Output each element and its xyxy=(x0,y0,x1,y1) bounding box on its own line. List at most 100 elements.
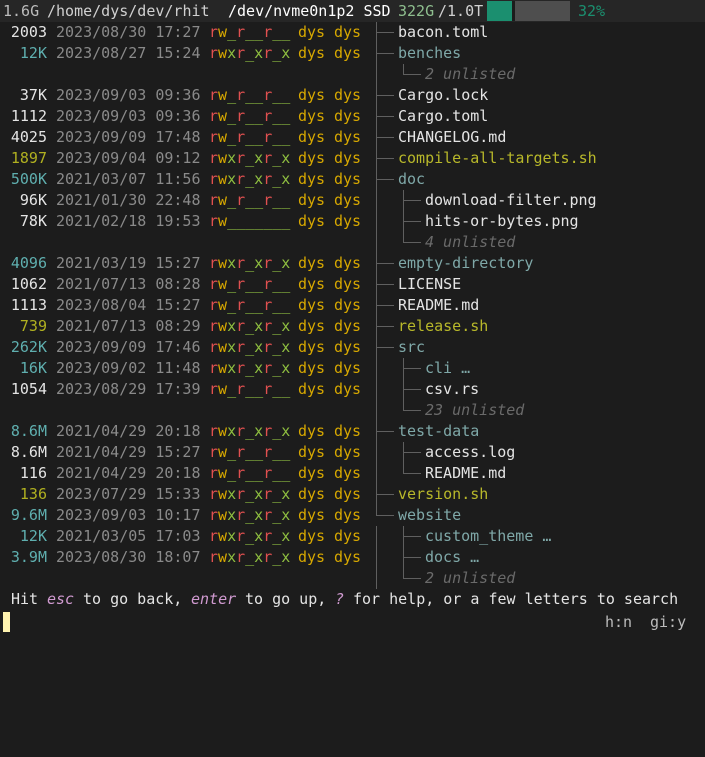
perm-char: _ xyxy=(272,128,282,146)
command-input[interactable]: h:n gi:y xyxy=(0,610,705,634)
tree-row[interactable]: 12K 2023/08/27 15:24 rwxr_xr_x dys dys benche… xyxy=(0,43,705,64)
tree-row[interactable]: 136 2023/07/29 15:33 rwxr_xr_x dys dys versio… xyxy=(0,484,705,505)
perm-char: r xyxy=(263,44,273,62)
file-group: dys xyxy=(334,296,362,314)
file-name[interactable]: README.md xyxy=(398,295,479,316)
perm-char: r xyxy=(209,443,219,461)
file-size: 16K xyxy=(19,359,47,377)
perm-char: _ xyxy=(245,548,255,566)
folder-name[interactable]: src xyxy=(398,337,425,358)
file-name[interactable]: CHANGELOG.md xyxy=(398,127,506,148)
folder-name[interactable]: cli … xyxy=(425,358,470,379)
file-name[interactable]: compile-all-targets.sh xyxy=(398,148,597,169)
file-size: 500K xyxy=(10,170,47,188)
perm-char: r xyxy=(263,86,273,104)
file-group: dys xyxy=(334,44,362,62)
file-group: dys xyxy=(334,191,362,209)
perm-char: _ xyxy=(281,212,291,230)
file-name[interactable]: LICENSE xyxy=(398,274,461,295)
header-bar: 1.6G /home/dys/dev/rhit /dev/nvme0n1p2 S… xyxy=(0,0,705,22)
folder-name[interactable]: docs … xyxy=(425,547,479,568)
tree-connector xyxy=(376,284,394,285)
perm-char: w xyxy=(218,212,228,230)
file-date: 2021/04/29 20:18 xyxy=(56,464,201,482)
tree-row[interactable]: 96K 2021/01/30 22:48 rw_r__r__ dys dys downlo… xyxy=(0,190,705,211)
tree-connector xyxy=(376,232,377,253)
file-name[interactable]: download-filter.png xyxy=(425,190,597,211)
perm-char: r xyxy=(263,422,273,440)
file-name[interactable]: csv.rs xyxy=(425,379,479,400)
file-date: 2023/09/09 17:46 xyxy=(56,338,201,356)
perm-char: r xyxy=(209,254,219,272)
folder-name[interactable]: test-data xyxy=(398,421,479,442)
perm-char: r xyxy=(209,170,219,188)
tree-row[interactable]: 2003 2023/08/30 17:27 rw_r__r__ dys dys bacon… xyxy=(0,22,705,43)
folder-name[interactable]: doc xyxy=(398,169,425,190)
tree-row[interactable]: 1112 2023/09/03 09:36 rw_r__r__ dys dys Cargo… xyxy=(0,106,705,127)
tree-row[interactable]: 1113 2023/08/04 15:27 rw_r__r__ dys dys READM… xyxy=(0,295,705,316)
tree-row[interactable]: 500K 2021/03/07 11:56 rwxr_xr_x dys dys doc xyxy=(0,169,705,190)
perm-char: _ xyxy=(272,338,282,356)
perm-char: x xyxy=(281,338,291,356)
tree-row[interactable]: 116 2021/04/29 20:18 rw_r__r__ dys dys README… xyxy=(0,463,705,484)
tree-connector xyxy=(376,158,394,159)
perm-char: w xyxy=(218,506,228,524)
tree-row[interactable]: 1054 2023/08/29 17:39 rw_r__r__ dys dys csv.r… xyxy=(0,379,705,400)
perm-char: r xyxy=(263,548,273,566)
tree-row[interactable]: 4025 2023/09/09 17:48 rw_r__r__ dys dys CHANG… xyxy=(0,127,705,148)
perm-char: _ xyxy=(272,254,282,272)
perm-char: r xyxy=(263,464,273,482)
file-name[interactable]: Cargo.lock xyxy=(398,85,488,106)
perm-char: _ xyxy=(272,23,282,41)
file-name[interactable]: release.sh xyxy=(398,316,488,337)
file-permissions: rw_r__r__ xyxy=(209,106,290,127)
tree-row[interactable]: 1062 2021/07/13 08:28 rw_r__r__ dys dys LICEN… xyxy=(0,274,705,295)
file-size: 12K xyxy=(19,527,47,545)
tree-row[interactable]: 37K 2023/09/03 09:36 rw_r__r__ dys dys Cargo.… xyxy=(0,85,705,106)
file-date: 2023/08/29 17:39 xyxy=(56,380,201,398)
tree-row[interactable]: 9.6M 2023/09/03 10:17 rwxr_xr_x dys dys websi… xyxy=(0,505,705,526)
file-name[interactable]: README.md xyxy=(425,463,506,484)
tree-row[interactable]: 78K 2021/02/18 19:53 rw_______ dys dys hits-o… xyxy=(0,211,705,232)
tree-row[interactable]: 12K 2021/03/05 17:03 rwxr_xr_x dys dys custom… xyxy=(0,526,705,547)
tree-connector xyxy=(376,526,377,547)
perm-char: _ xyxy=(245,86,255,104)
tree-row[interactable]: 1897 2023/09/04 09:12 rwxr_xr_x dys dys compi… xyxy=(0,148,705,169)
perm-char: r xyxy=(209,44,219,62)
folder-name[interactable]: custom_theme … xyxy=(425,526,551,547)
file-date: 2021/03/19 15:27 xyxy=(56,254,201,272)
disk-used: 322G xyxy=(398,2,435,20)
perm-char: r xyxy=(263,275,273,293)
input-cursor xyxy=(3,612,10,632)
file-name[interactable]: access.log xyxy=(425,442,515,463)
tree-row[interactable]: 16K 2023/09/02 11:48 rwxr_xr_x dys dys cli … xyxy=(0,358,705,379)
tree-connector xyxy=(376,53,394,54)
tree-row[interactable]: 4096 2021/03/19 15:27 rwxr_xr_x dys dys empty… xyxy=(0,253,705,274)
perm-char: x xyxy=(227,317,237,335)
file-name[interactable]: hits-or-bytes.png xyxy=(425,211,579,232)
disk-usage-bar xyxy=(487,1,570,21)
perm-char: _ xyxy=(245,107,255,125)
file-name[interactable]: bacon.toml xyxy=(398,22,488,43)
perm-char: _ xyxy=(254,443,264,461)
file-permissions: rwxr_xr_x xyxy=(209,169,290,190)
file-name[interactable]: version.sh xyxy=(398,484,488,505)
perm-char: r xyxy=(209,506,219,524)
perm-char: r xyxy=(263,359,273,377)
file-name[interactable]: Cargo.toml xyxy=(398,106,488,127)
tree-row[interactable]: 8.6M 2021/04/29 20:18 rwxr_xr_x dys dys test-… xyxy=(0,421,705,442)
perm-char: r xyxy=(263,380,273,398)
tree-row[interactable]: 3.9M 2023/08/30 18:07 rwxr_xr_x dys dys docs … xyxy=(0,547,705,568)
tree-connector xyxy=(376,326,394,327)
folder-name[interactable]: website xyxy=(398,505,461,526)
file-owner: dys xyxy=(298,275,326,293)
tree-row[interactable]: 262K 2023/09/09 17:46 rwxr_xr_x dys dys src xyxy=(0,337,705,358)
perm-char: r xyxy=(263,128,273,146)
folder-name[interactable]: benches xyxy=(398,43,461,64)
tree-row[interactable]: 8.6M 2021/04/29 15:27 rw_r__r__ dys dys acces… xyxy=(0,442,705,463)
tree-row[interactable]: 739 2021/07/13 08:29 rwxr_xr_x dys dys releas… xyxy=(0,316,705,337)
perm-char: x xyxy=(281,527,291,545)
folder-name[interactable]: empty-directory xyxy=(398,253,533,274)
perm-char: x xyxy=(227,44,237,62)
file-date: 2023/09/02 11:48 xyxy=(56,359,201,377)
